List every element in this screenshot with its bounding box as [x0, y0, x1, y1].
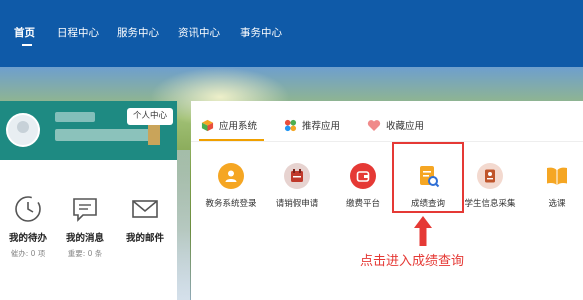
app-course-selection[interactable]: 选课	[525, 163, 583, 209]
tab-app-systems[interactable]: 应用系统	[201, 111, 257, 139]
app-leave-request[interactable]: 请销假申请	[265, 163, 329, 209]
messages-stat[interactable]: 我的消息 重要: 0 条	[57, 194, 113, 259]
app-student-info[interactable]: 学生信息采集	[458, 163, 522, 209]
blurred-user-name	[55, 112, 95, 122]
app-academic-login[interactable]: 教务系统登录	[199, 163, 263, 209]
nav-service-center[interactable]: 服务中心	[117, 25, 159, 40]
mail-stat[interactable]: 我的邮件	[117, 194, 173, 244]
clock-icon	[15, 196, 41, 222]
apps-icon	[284, 119, 297, 131]
id-card-icon	[477, 163, 503, 189]
user-card: 个人中心 我的待办 催办: 0 项 我的消息 重要: 0 条 我的邮件	[0, 101, 177, 300]
book-icon	[544, 163, 570, 189]
annotation-text: 点击进入成绩查询	[360, 254, 465, 269]
user-card-header: 个人中心	[0, 101, 177, 160]
tab-favorite-apps-label: 收藏应用	[386, 121, 425, 132]
arrow-up-icon	[414, 216, 432, 246]
calendar-request-icon	[284, 163, 310, 189]
tab-divider	[191, 141, 583, 142]
app-payment-platform-label: 缴费平台	[345, 199, 380, 209]
wallet-icon	[350, 163, 376, 189]
tab-recommended-apps-label: 推荐应用	[302, 121, 341, 132]
top-navigation: 首页 日程中心 服务中心 资讯中心 事务中心	[0, 0, 583, 67]
message-icon	[73, 198, 97, 222]
todo-stat[interactable]: 我的待办 催办: 0 项	[0, 194, 56, 259]
mail-icon	[132, 200, 158, 218]
nav-home[interactable]: 首页	[14, 25, 35, 40]
app-course-selection-label: 选课	[548, 199, 566, 209]
app-payment-platform[interactable]: 缴费平台	[331, 163, 395, 209]
messages-sub: 重要: 0 条	[67, 249, 103, 258]
cube-icon	[201, 119, 214, 131]
application-panel: 应用系统 推荐应用 收藏应用 教务系统登录 请销假申请 缴费平台 成绩查询 学生…	[191, 101, 583, 300]
app-student-info-label: 学生信息采集	[464, 199, 516, 209]
nav-affairs-center[interactable]: 事务中心	[240, 25, 282, 40]
todo-label: 我的待办	[8, 233, 47, 244]
mail-label: 我的邮件	[125, 233, 164, 244]
tab-recommended-apps[interactable]: 推荐应用	[284, 111, 340, 139]
grade-query-highlight-box	[392, 142, 464, 213]
avatar[interactable]	[6, 113, 40, 147]
messages-label: 我的消息	[65, 233, 104, 244]
nav-schedule-center[interactable]: 日程中心	[57, 25, 99, 40]
todo-sub: 催办: 0 项	[10, 249, 46, 258]
tab-app-systems-label: 应用系统	[219, 121, 258, 132]
app-leave-request-label: 请销假申请	[275, 199, 319, 209]
personal-center-button[interactable]: 个人中心	[127, 108, 174, 125]
user-shield-icon	[218, 163, 244, 189]
blurred-user-info	[55, 129, 160, 141]
heart-icon	[367, 119, 381, 131]
app-academic-login-label: 教务系统登录	[205, 199, 257, 209]
tab-favorite-apps[interactable]: 收藏应用	[367, 111, 424, 139]
nav-active-indicator	[22, 44, 32, 46]
nav-news-center[interactable]: 资讯中心	[178, 25, 220, 40]
